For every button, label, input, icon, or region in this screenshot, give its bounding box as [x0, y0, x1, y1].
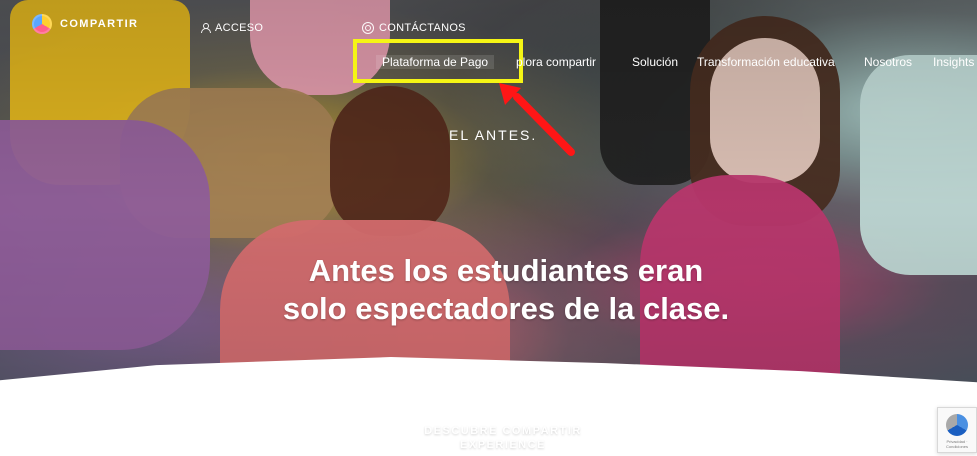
cta-line: DESCUBRE COMPARTIR: [424, 425, 582, 437]
nav-item-about[interactable]: Nosotros: [864, 55, 912, 69]
contact-icon: [362, 22, 374, 34]
recaptcha-badge[interactable]: Privacidad · Condiciones: [937, 407, 977, 453]
discover-experience-link[interactable]: DESCUBRE COMPARTIR EXPERIENCE: [408, 424, 598, 452]
nav-item-payment-platform[interactable]: Plataforma de Pago: [376, 55, 495, 69]
brand-link[interactable]: COMPARTIR: [32, 14, 138, 34]
hero-eyebrow: EL ANTES.: [449, 127, 538, 143]
nav-item-solution[interactable]: Solución: [632, 55, 678, 69]
user-icon: [200, 23, 211, 33]
red-arrow-icon: [499, 83, 575, 156]
top-navigation: COMPARTIR ACCESO CONTÁCTANOS Plataforma …: [0, 0, 977, 156]
recaptcha-icon: [946, 414, 968, 436]
brand-logo-icon: [32, 14, 52, 34]
access-link[interactable]: ACCESO: [200, 22, 263, 34]
cta-line: EXPERIENCE: [460, 439, 546, 451]
contact-label: CONTÁCTANOS: [379, 22, 466, 34]
contact-link[interactable]: CONTÁCTANOS: [362, 22, 466, 34]
nav-item-educational-transformation[interactable]: Transformación educativa: [697, 55, 835, 69]
nav-item-insights[interactable]: Insights: [933, 55, 974, 69]
nav-item-explore-compartir[interactable]: plora compartir: [516, 55, 596, 69]
recaptcha-text: Privacidad · Condiciones: [945, 439, 968, 449]
hero-heading: Antes los estudiantes eran solo espectad…: [236, 252, 776, 328]
access-label: ACCESO: [215, 22, 264, 34]
brand-name: COMPARTIR: [60, 18, 139, 30]
hero-heading-line: Antes los estudiantes eran: [308, 253, 704, 288]
hero-heading-line: solo espectadores de la clase.: [282, 291, 730, 326]
page: COMPARTIR ACCESO CONTÁCTANOS Plataforma …: [0, 0, 977, 456]
